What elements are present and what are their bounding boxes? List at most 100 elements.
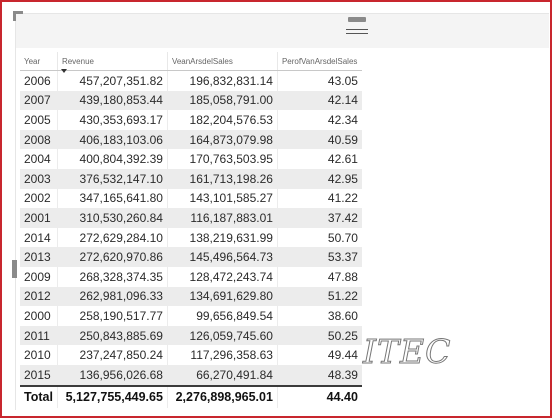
cell-veanarsdelsales: 116,187,883.01 <box>166 208 278 228</box>
total-row: Total 5,127,755,449.65 2,276,898,965.01 … <box>20 384 362 408</box>
cell-year: 2001 <box>20 208 58 228</box>
column-header-label: Revenue <box>61 56 94 66</box>
cell-veanarsdelsales: 99,656,849.54 <box>166 306 278 326</box>
cell-revenue: 272,620,970.86 <box>56 247 168 267</box>
column-header-revenue[interactable]: Revenue <box>56 52 168 73</box>
cell-revenue: 268,328,374.35 <box>56 266 168 287</box>
cell-revenue: 272,629,284.10 <box>56 227 168 248</box>
cell-revenue: 237,247,850.24 <box>56 345 168 365</box>
total-label: Total <box>20 384 58 408</box>
cell-percent: 50.70 <box>276 227 362 248</box>
cell-revenue: 136,956,026.68 <box>56 364 168 386</box>
cell-revenue: 457,207,351.82 <box>56 70 168 91</box>
cell-year: 2002 <box>24 191 51 206</box>
visual-header <box>16 14 549 48</box>
cell-year: 2009 <box>24 269 51 284</box>
column-header-year[interactable]: Year <box>20 52 58 71</box>
cell-percent: 53.37 <box>276 247 362 267</box>
cell-veanarsdelsales: 143,101,585.27 <box>166 188 278 209</box>
drag-grip-icon[interactable] <box>346 17 368 37</box>
cell-year: 2015 <box>20 364 58 386</box>
cell-year: 2012 <box>20 286 58 307</box>
total-veanarsdelsales: 2,276,898,965.01 <box>166 384 278 408</box>
data-table: Year Revenue VeanArsdelSales PerofVanArs… <box>20 52 362 408</box>
table-row[interactable]: 2012 262,981,096.33 134,691,629.80 51.22 <box>20 286 362 307</box>
cell-revenue: 258,190,517.77 <box>56 306 168 326</box>
table-row[interactable]: 2001 310,530,260.84 116,187,883.01 37.42 <box>20 208 362 228</box>
cell-veanarsdelsales: 128,472,243.74 <box>166 266 278 287</box>
cell-year: 2004 <box>24 152 51 167</box>
cell-veanarsdelsales: 117,296,358.63 <box>166 345 278 365</box>
table-row[interactable]: 2011 250,843,885.69 126,059,745.60 50.25 <box>20 325 362 346</box>
table-row[interactable]: 2008 406,183,103.06 164,873,079.98 40.59 <box>20 129 362 150</box>
cell-percent: 42.34 <box>276 110 362 130</box>
cell-veanarsdelsales: 66,270,491.84 <box>166 364 278 386</box>
cell-percent: 41.22 <box>276 188 362 209</box>
cell-revenue: 400,804,392.39 <box>56 149 168 169</box>
cell-year: 2003 <box>20 168 58 189</box>
cell-percent: 48.39 <box>276 364 362 386</box>
cell-percent: 47.88 <box>276 266 362 287</box>
cell-percent: 51.22 <box>276 286 362 307</box>
cell-revenue: 430,353,693.17 <box>56 110 168 130</box>
watermark-logo: ITEC <box>362 332 452 372</box>
cell-percent: 42.95 <box>276 168 362 189</box>
cell-year: 2000 <box>24 308 51 323</box>
table-body: 2006 457,207,351.82 196,832,831.14 43.05 200… <box>20 70 362 386</box>
cell-revenue: 376,532,147.10 <box>56 168 168 189</box>
cell-veanarsdelsales: 170,763,503.95 <box>166 149 278 169</box>
cell-percent: 43.05 <box>276 70 362 91</box>
cell-year: 2013 <box>20 247 58 267</box>
cell-revenue: 406,183,103.06 <box>56 129 168 150</box>
cell-year: 2007 <box>20 90 58 111</box>
cell-veanarsdelsales: 182,204,576.53 <box>166 110 278 130</box>
table-row[interactable]: 2005 430,353,693.17 182,204,576.53 42.34 <box>20 110 362 130</box>
table-row[interactable]: 2015 136,956,026.68 66,270,491.84 48.39 <box>20 364 362 386</box>
table-row[interactable]: 2014 272,629,284.10 138,219,631.99 50.70 <box>20 227 362 248</box>
cell-veanarsdelsales: 185,058,791.00 <box>166 90 278 111</box>
cell-percent: 37.42 <box>276 208 362 228</box>
cell-veanarsdelsales: 138,219,631.99 <box>166 227 278 248</box>
cell-year: 2008 <box>20 129 58 150</box>
table-row[interactable]: 2013 272,620,970.86 145,496,564.73 53.37 <box>20 247 362 267</box>
resize-handle-top-left[interactable] <box>13 11 23 21</box>
table-visual[interactable]: Year Revenue VeanArsdelSales PerofVanArs… <box>12 11 549 410</box>
cell-percent: 42.61 <box>276 149 362 169</box>
cell-revenue: 262,981,096.33 <box>56 286 168 307</box>
table-row[interactable]: 2002 347,165,641.80 143,101,585.27 41.22 <box>20 188 362 209</box>
total-revenue: 5,127,755,449.65 <box>56 384 168 408</box>
cell-percent: 38.60 <box>276 306 362 326</box>
cell-revenue: 310,530,260.84 <box>56 208 168 228</box>
column-header-veanarsdelsales[interactable]: VeanArsdelSales <box>166 52 278 71</box>
cell-veanarsdelsales: 161,713,198.26 <box>166 168 278 189</box>
sort-descending-icon <box>60 69 67 73</box>
table-row[interactable]: 2010 237,247,850.24 117,296,358.63 49.44 <box>20 345 362 365</box>
table-row[interactable]: 2000 258,190,517.77 99,656,849.54 38.60 <box>20 306 362 326</box>
cell-veanarsdelsales: 145,496,564.73 <box>166 247 278 267</box>
cell-year: 2005 <box>24 112 51 127</box>
table-row[interactable]: 2007 439,180,853.44 185,058,791.00 42.14 <box>20 90 362 111</box>
resize-handle-left[interactable] <box>12 260 17 278</box>
cell-revenue: 439,180,853.44 <box>56 90 168 111</box>
total-percent: 44.40 <box>276 384 362 408</box>
cell-veanarsdelsales: 196,832,831.14 <box>166 70 278 91</box>
cell-revenue: 347,165,641.80 <box>56 188 168 209</box>
table-row[interactable]: 2004 400,804,392.39 170,763,503.95 42.61 <box>20 149 362 169</box>
table-row[interactable]: 2003 376,532,147.10 161,713,198.26 42.95 <box>20 168 362 189</box>
cell-veanarsdelsales: 164,873,079.98 <box>166 129 278 150</box>
cell-percent: 49.44 <box>276 345 362 365</box>
cell-veanarsdelsales: 126,059,745.60 <box>166 325 278 346</box>
cell-percent: 42.14 <box>276 90 362 111</box>
table-row[interactable]: 2006 457,207,351.82 196,832,831.14 43.05 <box>20 70 362 91</box>
cell-year: 2010 <box>24 348 51 363</box>
cell-year: 2014 <box>24 230 51 245</box>
cell-year: 2011 <box>20 325 58 346</box>
cell-year: 2006 <box>24 73 51 88</box>
header-row: Year Revenue VeanArsdelSales PerofVanArs… <box>20 52 362 73</box>
cell-percent: 40.59 <box>276 129 362 150</box>
column-header-perofvanarsdelsales[interactable]: PerofVanArsdelSales <box>276 52 362 71</box>
table-row[interactable]: 2009 268,328,374.35 128,472,243.74 47.88 <box>20 266 362 287</box>
cell-percent: 50.25 <box>276 325 362 346</box>
cell-revenue: 250,843,885.69 <box>56 325 168 346</box>
cell-veanarsdelsales: 134,691,629.80 <box>166 286 278 307</box>
